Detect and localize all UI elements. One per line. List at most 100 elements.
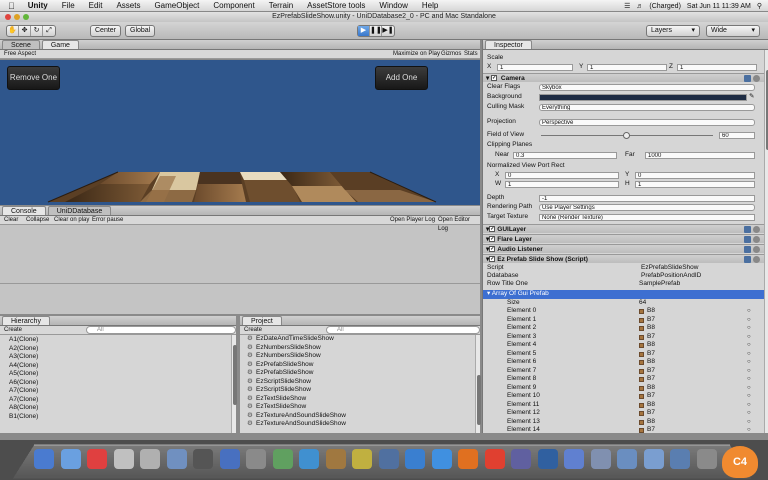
itunes-icon[interactable]: [299, 449, 319, 469]
preview-icon[interactable]: [246, 449, 266, 469]
gizmos-toggle[interactable]: Gizmos: [441, 50, 461, 59]
object-picker-icon[interactable]: ○: [747, 418, 751, 427]
xcode-icon[interactable]: [219, 449, 240, 469]
rendering-path-dropdown[interactable]: Use Player Settings: [539, 203, 755, 211]
object-picker-icon[interactable]: ○: [747, 392, 751, 401]
array-element-row[interactable]: Element 13 B8 ○: [483, 418, 765, 427]
hierarchy-item[interactable]: A1(Clone): [0, 336, 236, 345]
folder-icon[interactable]: [617, 449, 637, 469]
layout-dropdown[interactable]: Wide ▾: [706, 25, 760, 37]
array-element-row[interactable]: Element 10 B7 ○: [483, 392, 765, 401]
project-item[interactable]: ⚙ EzTextureAndSoundSlideShow: [240, 420, 480, 429]
help-icon[interactable]: [744, 226, 751, 233]
audiolistener-enabled-checkbox[interactable]: ✓: [489, 246, 496, 253]
gear-icon[interactable]: [753, 246, 760, 253]
project-item[interactable]: ⚙ EzScriptSlideShow: [240, 386, 480, 395]
viewport-x-field[interactable]: 0: [505, 171, 619, 179]
array-element-value[interactable]: B8: [647, 358, 655, 367]
array-of-gui-prefab-row[interactable]: ▾ Array Of Gui Prefab: [483, 290, 765, 299]
help-icon[interactable]: [744, 75, 751, 82]
array-element-value[interactable]: B8: [647, 307, 655, 316]
hierarchy-item[interactable]: A8(Clone): [0, 404, 236, 413]
culling-mask-dropdown[interactable]: Everything: [539, 103, 755, 111]
tab-inspector[interactable]: Inspector: [485, 40, 532, 49]
array-element-value[interactable]: B8: [647, 384, 655, 393]
safari-legacy-icon[interactable]: [140, 449, 160, 469]
camera-component-header[interactable]: ▾ ✓ Camera: [483, 73, 765, 82]
object-picker-icon[interactable]: ○: [747, 350, 751, 359]
project-item[interactable]: ⚙ EzTextSlideShow: [240, 395, 480, 404]
array-element-row[interactable]: Element 8 B7 ○: [483, 375, 765, 384]
array-element-value[interactable]: B7: [647, 409, 655, 418]
flarelayer-component-header[interactable]: ▾✓ Flare Layer: [483, 234, 765, 243]
gear-icon[interactable]: [753, 256, 760, 263]
menu-edit[interactable]: Edit: [82, 1, 110, 10]
guilayer-component-header[interactable]: ▾✓ GUILayer: [483, 224, 765, 233]
clock[interactable]: Sat Jun 11 11:39 AM: [687, 3, 751, 10]
object-picker-icon[interactable]: ○: [747, 341, 751, 350]
array-element-row[interactable]: Element 11 B8 ○: [483, 401, 765, 410]
rotate-tool-icon[interactable]: ↻: [31, 26, 43, 36]
array-element-row[interactable]: Element 1 B7 ○: [483, 316, 765, 325]
project-item[interactable]: ⚙ EzPrefabSlideShow: [240, 361, 480, 370]
array-element-value[interactable]: B7: [647, 316, 655, 325]
photo-icon[interactable]: [378, 449, 399, 469]
scale-tool-icon[interactable]: ⤢: [43, 26, 55, 36]
hierarchy-search-input[interactable]: All: [86, 326, 236, 334]
flarelayer-enabled-checkbox[interactable]: ✓: [489, 236, 496, 243]
search-icon[interactable]: [590, 449, 611, 469]
object-picker-icon[interactable]: ○: [747, 324, 751, 333]
hierarchy-item[interactable]: B1(Clone): [0, 413, 236, 422]
trash-icon[interactable]: [696, 449, 717, 469]
pivot-global-toggle[interactable]: Global: [125, 25, 156, 37]
array-element-value[interactable]: B7: [647, 375, 655, 384]
chrome-icon[interactable]: [511, 449, 531, 469]
open-player-log-button[interactable]: Open Player Log: [390, 216, 435, 225]
gear-icon[interactable]: [753, 226, 760, 233]
tab-game[interactable]: Game: [41, 40, 79, 49]
hierarchy-create-button[interactable]: Create: [4, 326, 22, 335]
console-collapse-button[interactable]: Collapse: [26, 216, 49, 225]
fov-slider-knob[interactable]: [623, 132, 630, 139]
hierarchy-item[interactable]: A3(Clone): [0, 353, 236, 362]
object-picker-icon[interactable]: ○: [747, 384, 751, 393]
project-item[interactable]: ⚙ EzNumbersSlideShow: [240, 352, 480, 361]
maximize-on-play-toggle[interactable]: Maximize on Play: [393, 50, 440, 59]
clear-flags-dropdown[interactable]: Skybox: [539, 83, 755, 91]
aspect-dropdown[interactable]: Free Aspect: [4, 50, 36, 59]
script-component-header[interactable]: ▾✓ Ez Prefab Slide Show (Script): [483, 254, 765, 263]
expand-arrow-icon[interactable]: ▾: [486, 75, 489, 82]
help-icon[interactable]: [744, 246, 751, 253]
menu-file[interactable]: File: [55, 1, 82, 10]
scale-y-field[interactable]: 1: [587, 63, 667, 71]
wifi-icon[interactable]: ☰: [624, 2, 630, 10]
object-picker-icon[interactable]: ○: [747, 367, 751, 376]
menu-assets[interactable]: Assets: [109, 1, 147, 10]
minimize-window-icon[interactable]: [14, 14, 20, 20]
volume-icon[interactable]: ♬: [636, 3, 643, 10]
monodevelop-icon[interactable]: [193, 449, 213, 469]
row-title-value[interactable]: SamplePrefab: [639, 280, 680, 289]
viewport-h-field[interactable]: 1: [635, 180, 755, 188]
notes-icon[interactable]: [325, 449, 346, 469]
activity-icon[interactable]: [272, 449, 293, 469]
script-enabled-checkbox[interactable]: ✓: [489, 256, 496, 263]
pivot-center-toggle[interactable]: Center: [90, 25, 122, 37]
hierarchy-scrollbar[interactable]: [231, 335, 237, 433]
project-scroll-thumb[interactable]: [476, 375, 481, 425]
fov-field[interactable]: 60: [719, 131, 755, 139]
project-search-input[interactable]: All: [326, 326, 480, 334]
array-element-value[interactable]: B8: [647, 401, 655, 410]
layers-dropdown[interactable]: Layers ▾: [646, 25, 700, 37]
background-color-field[interactable]: [539, 93, 747, 101]
array-element-value[interactable]: B7: [647, 367, 655, 376]
menu-window[interactable]: Window: [372, 1, 414, 10]
array-element-value[interactable]: B8: [647, 418, 655, 427]
ichat-icon[interactable]: [405, 449, 425, 469]
console-clear-on-play-button[interactable]: Clear on play: [54, 216, 89, 225]
pause-icon[interactable]: ❚❚: [370, 26, 382, 36]
app-store-icon[interactable]: [60, 449, 81, 469]
pencil-icon[interactable]: [537, 449, 558, 469]
array-element-row[interactable]: Element 14 B7 ○: [483, 426, 765, 433]
help-icon[interactable]: [744, 236, 751, 243]
